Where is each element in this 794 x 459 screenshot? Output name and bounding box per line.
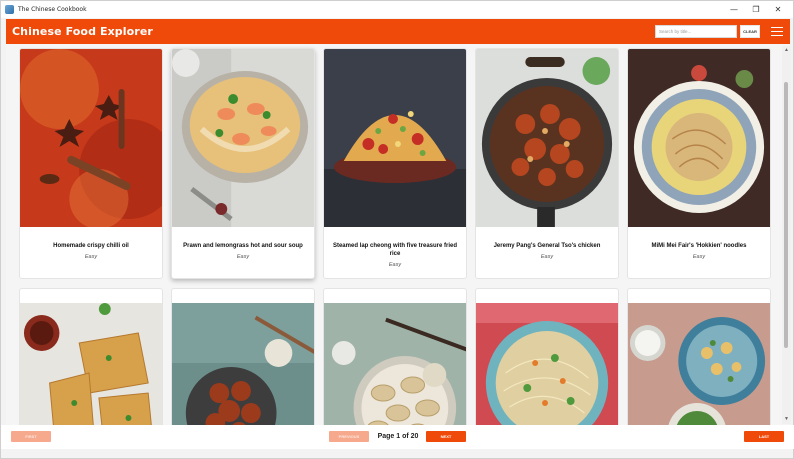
recipe-name: Jeremy Pang's General Tso's chicken xyxy=(493,243,601,249)
next-page-button[interactable]: NEXT xyxy=(426,431,466,442)
window-title: The Chinese Cookbook xyxy=(18,6,87,13)
prawn-soup-photo xyxy=(172,49,314,227)
recipe-difficulty: Easy xyxy=(84,254,98,260)
fried-rice-photo xyxy=(324,49,466,227)
dumplings-photo xyxy=(324,303,466,425)
title-bar: The Chinese Cookbook — ❐ ✕ xyxy=(1,1,793,18)
recipe-name: Steamed lap cheong with five treasure fr… xyxy=(332,243,458,257)
recipe-card[interactable] xyxy=(171,288,315,425)
clear-button[interactable]: CLEAR xyxy=(740,25,760,38)
recipe-name: MiMi Mei Fair's 'Hokkien' noodles xyxy=(651,243,747,249)
recipe-card[interactable]: Homemade crispy chilli oil Easy xyxy=(19,48,163,279)
window-controls: — ❐ ✕ xyxy=(723,1,789,18)
pagination-bar: FIRST PREVIOUS Page 1 of 20 NEXT LAST xyxy=(1,425,794,449)
recipe-name: Homemade crispy chilli oil xyxy=(53,243,129,249)
recipe-difficulty: Easy xyxy=(692,254,706,260)
crispy-chicken-photo xyxy=(172,303,314,425)
minimize-icon[interactable]: — xyxy=(723,5,745,14)
hamburger-menu-icon[interactable] xyxy=(771,26,783,37)
recipe-card[interactable] xyxy=(475,288,619,425)
recipe-card[interactable]: Prawn and lemongrass hot and sour soup E… xyxy=(171,48,315,279)
scroll-thumb[interactable] xyxy=(784,82,788,348)
last-page-button[interactable]: LAST xyxy=(744,431,784,442)
recipe-card[interactable] xyxy=(323,288,467,425)
scallion-pancake-photo xyxy=(20,303,162,425)
recipe-card[interactable] xyxy=(19,288,163,425)
recipe-difficulty: Easy xyxy=(236,254,250,260)
recipe-difficulty: Easy xyxy=(388,262,402,268)
noodle-salad-photo xyxy=(476,303,618,425)
recipe-card[interactable]: MiMi Mei Fair's 'Hokkien' noodles Easy xyxy=(627,48,771,279)
recipe-card[interactable]: Jeremy Pang's General Tso's chicken Easy xyxy=(475,48,619,279)
general-tso-chicken-photo xyxy=(476,49,618,227)
search-input[interactable] xyxy=(655,25,737,38)
app-window: The Chinese Cookbook — ❐ ✕ Chinese Food … xyxy=(0,0,794,459)
scroll-down-icon[interactable]: ▼ xyxy=(783,416,790,423)
recipe-card[interactable] xyxy=(627,288,771,425)
maximize-icon[interactable]: ❐ xyxy=(745,5,767,14)
first-page-button[interactable]: FIRST xyxy=(11,431,51,442)
chilli-oil-photo xyxy=(20,49,162,227)
hokkien-noodles-photo xyxy=(628,49,770,227)
app-icon xyxy=(5,5,14,14)
app-title: Chinese Food Explorer xyxy=(12,25,153,38)
recipe-name: Prawn and lemongrass hot and sour soup xyxy=(183,243,303,249)
app-header: Chinese Food Explorer CLEAR xyxy=(6,19,790,44)
page-indicator: Page 1 of 20 xyxy=(377,433,419,440)
recipe-grid: Homemade crispy chilli oil Easy Prawn an… xyxy=(6,44,790,425)
recipe-difficulty: Easy xyxy=(540,254,554,260)
close-icon[interactable]: ✕ xyxy=(767,5,789,14)
kung-pao-photo xyxy=(628,303,770,425)
vertical-scrollbar[interactable]: ▲ ▼ xyxy=(782,46,791,424)
previous-page-button[interactable]: PREVIOUS xyxy=(329,431,369,442)
scroll-up-icon[interactable]: ▲ xyxy=(783,47,790,54)
recipe-card[interactable]: Steamed lap cheong with five treasure fr… xyxy=(323,48,467,279)
